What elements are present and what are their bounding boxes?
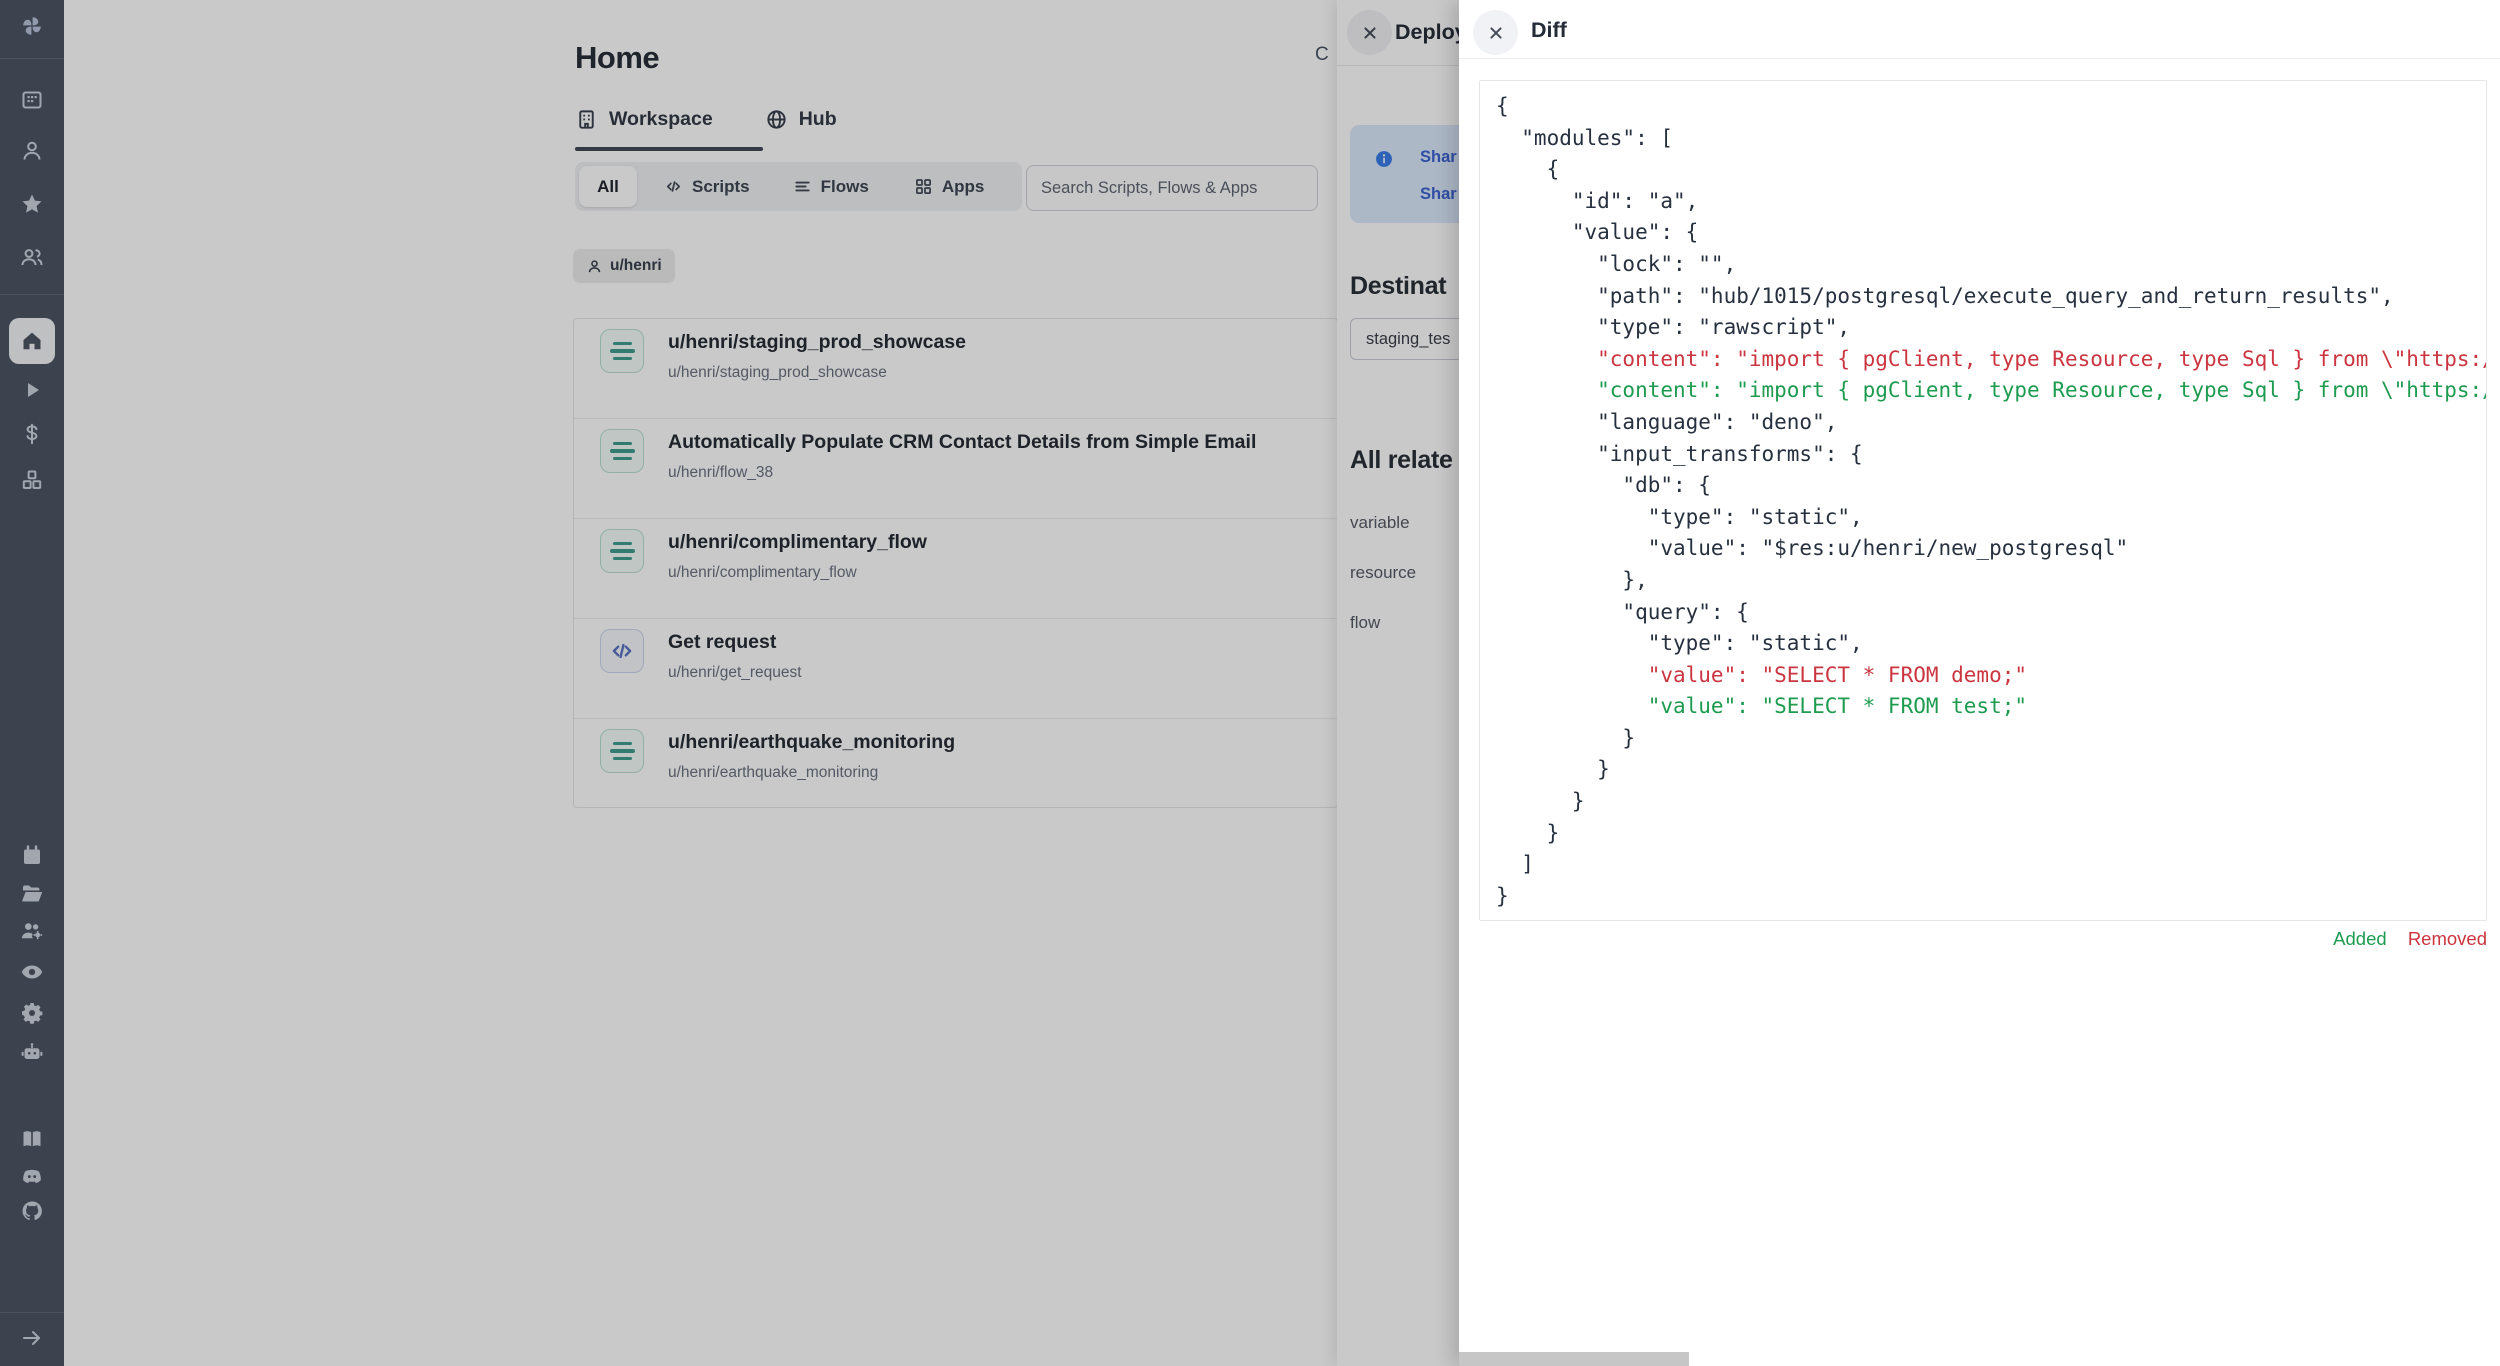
code-line: ] [1496,849,2486,881]
diff-code-block[interactable]: { "modules": [ { "id": "a", "value": { "… [1479,80,2487,921]
legend-removed: Removed [2408,928,2487,949]
code-line: "content": "import { pgClient, type Reso… [1496,375,2486,407]
code-line: { [1496,154,2486,186]
code-line: "db": { [1496,470,2486,502]
code-line: "query": { [1496,597,2486,629]
code-line: "value": "$res:u/henri/new_postgresql" [1496,533,2486,565]
divider [1459,58,2500,59]
code-line: } [1496,818,2486,850]
diff-title: Diff [1531,18,1567,43]
code-line: "type": "static", [1496,502,2486,534]
diff-close-button[interactable] [1473,10,1518,55]
code-line: "value": "SELECT * FROM test;" [1496,691,2486,723]
close-icon [1485,22,1507,44]
code-line: { [1496,91,2486,123]
code-line: } [1496,723,2486,755]
code-line: } [1496,881,2486,913]
code-line: "content": "import { pgClient, type Reso… [1496,344,2486,376]
code-line: } [1496,786,2486,818]
code-line: "input_transforms": { [1496,439,2486,471]
code-line: "value": "SELECT * FROM demo;" [1496,660,2486,692]
diff-code: { "modules": [ { "id": "a", "value": { "… [1496,91,2486,912]
code-line: "value": { [1496,217,2486,249]
diff-legend: Added Removed [1479,928,2487,950]
code-line: "modules": [ [1496,123,2486,155]
code-line: "language": "deno", [1496,407,2486,439]
diff-drawer: Diff { "modules": [ { "id": "a", "value"… [1459,0,2500,1366]
code-line: }, [1496,565,2486,597]
code-line: "lock": "", [1496,249,2486,281]
code-line: "path": "hub/1015/postgresql/execute_que… [1496,281,2486,313]
code-line: "type": "static", [1496,628,2486,660]
code-line: "id": "a", [1496,186,2486,218]
legend-added: Added [2333,928,2387,949]
code-line: } [1496,754,2486,786]
code-line: "type": "rawscript", [1496,312,2486,344]
horizontal-scrollbar-thumb[interactable] [1459,1352,1689,1366]
